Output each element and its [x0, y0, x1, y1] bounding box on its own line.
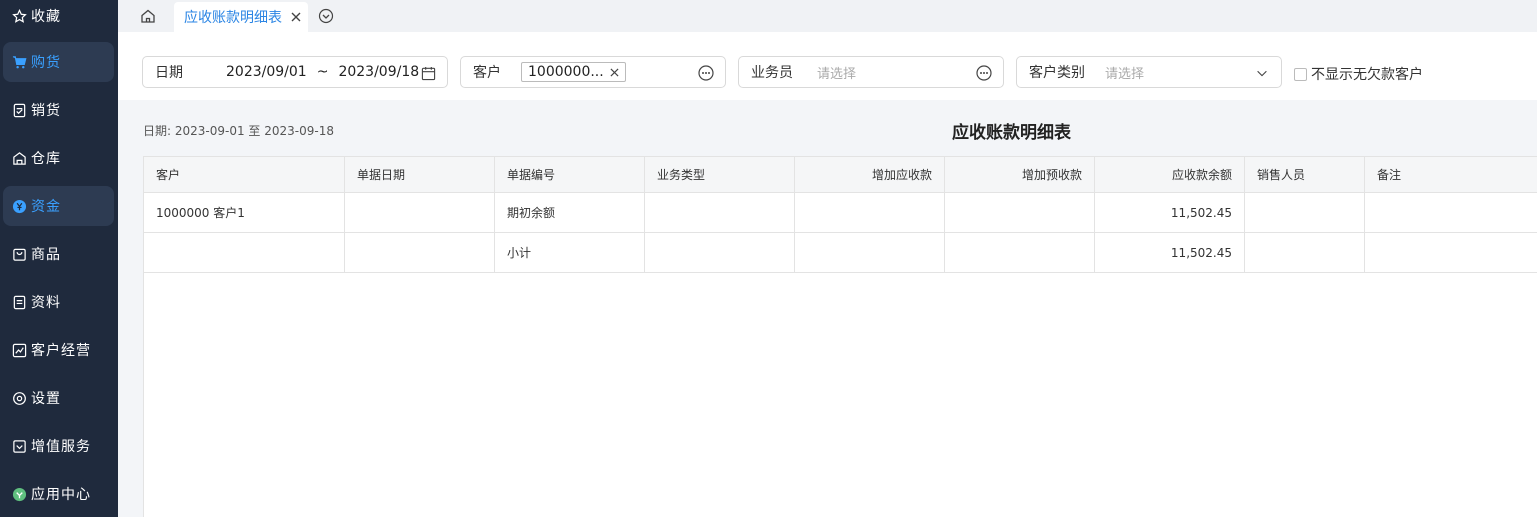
checkbox-box[interactable]: [1294, 67, 1307, 81]
document-icon: [11, 294, 27, 310]
table-cell: [945, 193, 1095, 232]
salesperson-label: 业务员: [751, 65, 793, 81]
table-row[interactable]: 小计 11,502.45: [144, 233, 1537, 273]
column-header[interactable]: 增加预收款: [945, 157, 1095, 192]
salesperson-placeholder: 请选择: [817, 66, 857, 82]
cart-icon: [11, 54, 27, 70]
report-area: 日期: 2023-09-01 至 2023-09-18 应收账款明细表 客户 单…: [118, 100, 1537, 517]
sidebar-item-data[interactable]: 资料: [3, 282, 114, 322]
table-cell: 11,502.45: [1095, 193, 1245, 232]
date-separator: ~: [316, 64, 329, 80]
date-label: 日期: [155, 65, 183, 81]
customer-label: 客户: [473, 65, 501, 81]
salesperson-field[interactable]: 业务员 请选择: [738, 56, 1004, 88]
table-cell: [1245, 233, 1365, 272]
app-icon: [11, 486, 27, 502]
table-cell: [945, 233, 1095, 272]
sidebar-item-label: 客户经营: [31, 343, 91, 359]
sidebar-item-products[interactable]: 商品: [3, 234, 114, 274]
tabs-bar: 应收账款明细表: [118, 0, 1537, 32]
sidebar-item-label: 资金: [31, 199, 61, 215]
date-range-field[interactable]: 日期 2023/09/01 ~ 2023/09/18: [142, 56, 448, 88]
sidebar-item-label: 仓库: [31, 151, 61, 167]
hide-no-debt-label: 不显示无欠款客户: [1311, 67, 1423, 83]
customer-type-placeholder: 请选择: [1105, 66, 1145, 82]
sidebar-item-sales[interactable]: 销货: [3, 90, 114, 130]
sidebar-item-label: 资料: [31, 295, 61, 311]
chevron-down-icon[interactable]: [318, 8, 334, 24]
report-title: 应收账款明细表: [952, 123, 1071, 143]
sidebar-item-label: 收藏: [31, 9, 61, 25]
sidebar-item-favorites[interactable]: 收藏: [3, 0, 114, 36]
sidebar-item-warehouse[interactable]: 仓库: [3, 138, 114, 178]
table-header-row: 客户 单据日期 单据编号 业务类型 增加应收款 增加预收款 应收款余额 销售人员…: [144, 156, 1537, 193]
table-cell: [1365, 233, 1537, 272]
column-header[interactable]: 单据编号: [495, 157, 645, 192]
table-row[interactable]: 1000000 客户1 期初余额 11,502.45: [144, 193, 1537, 233]
report-table: 客户 单据日期 单据编号 业务类型 增加应收款 增加预收款 应收款余额 销售人员…: [143, 156, 1537, 517]
sidebar-item-customer-ops[interactable]: 客户经营: [3, 330, 114, 370]
chart-icon: [11, 342, 27, 358]
sidebar-item-settings[interactable]: 设置: [3, 378, 114, 418]
date-end[interactable]: 2023/09/18: [338, 64, 419, 80]
table-cell: [795, 233, 945, 272]
sidebar-item-label: 设置: [31, 391, 61, 407]
table-cell: 11,502.45: [1095, 233, 1245, 272]
more-options-icon[interactable]: [975, 64, 993, 82]
table-cell: [645, 233, 795, 272]
customer-tag-text: 1000000...: [528, 64, 604, 80]
filter-row: 日期 2023/09/01 ~ 2023/09/18 客户 1000000...…: [118, 32, 1537, 100]
table-cell: [795, 193, 945, 232]
table-cell: 小计: [495, 233, 645, 272]
table-cell: [1245, 193, 1365, 232]
receipt-icon: [11, 102, 27, 118]
sidebar-item-label: 应用中心: [31, 487, 91, 503]
sidebar: 收藏 购货 销货 仓库 资金 商品 资料 客户经营 设置 增值服务 应用中心: [0, 0, 118, 517]
sidebar-item-value-added[interactable]: 增值服务: [3, 426, 114, 466]
home-icon[interactable]: [138, 6, 158, 26]
main-panel: 日期 2023/09/01 ~ 2023/09/18 客户 1000000...…: [118, 32, 1537, 517]
customer-type-label: 客户类别: [1029, 65, 1085, 81]
yen-coin-icon: [11, 198, 27, 214]
table-cell: [345, 233, 495, 272]
bag-icon: [11, 246, 27, 262]
report-date-range: 日期: 2023-09-01 至 2023-09-18: [143, 124, 334, 138]
tab-label: 应收账款明细表: [184, 10, 282, 26]
more-options-icon[interactable]: [697, 64, 715, 82]
column-header[interactable]: 单据日期: [345, 157, 495, 192]
shop-icon: [11, 438, 27, 454]
date-start[interactable]: 2023/09/01: [226, 64, 307, 80]
sidebar-item-funds[interactable]: 资金: [3, 186, 114, 226]
warehouse-icon: [11, 150, 27, 166]
close-icon[interactable]: [290, 11, 302, 23]
star-icon: [11, 8, 27, 24]
customer-type-select[interactable]: 客户类别 请选择: [1016, 56, 1282, 88]
sidebar-item-purchase[interactable]: 购货: [3, 42, 114, 82]
table-cell: 1000000 客户1: [144, 193, 345, 232]
sidebar-item-label: 销货: [31, 103, 61, 119]
column-header[interactable]: 销售人员: [1245, 157, 1365, 192]
sidebar-item-label: 增值服务: [31, 439, 91, 455]
column-header[interactable]: 业务类型: [645, 157, 795, 192]
sidebar-item-label: 商品: [31, 247, 61, 263]
customer-field[interactable]: 客户 1000000...: [460, 56, 726, 88]
column-header[interactable]: 备注: [1365, 157, 1537, 192]
table-cell: 期初余额: [495, 193, 645, 232]
remove-tag-icon[interactable]: [610, 67, 619, 77]
table-cell: [144, 233, 345, 272]
table-cell: [645, 193, 795, 232]
column-header[interactable]: 应收款余额: [1095, 157, 1245, 192]
calendar-icon[interactable]: [419, 64, 437, 82]
sidebar-item-app-center[interactable]: 应用中心: [3, 474, 114, 514]
tab-receivables-detail[interactable]: 应收账款明细表: [174, 2, 308, 32]
chevron-down-icon[interactable]: [1253, 64, 1271, 82]
hide-no-debt-checkbox[interactable]: 不显示无欠款客户: [1294, 64, 1423, 84]
column-header[interactable]: 增加应收款: [795, 157, 945, 192]
table-cell: [345, 193, 495, 232]
column-header[interactable]: 客户: [144, 157, 345, 192]
table-cell: [1365, 193, 1537, 232]
sidebar-item-label: 购货: [31, 55, 61, 71]
customer-tag: 1000000...: [521, 62, 626, 82]
gear-icon: [11, 390, 27, 406]
